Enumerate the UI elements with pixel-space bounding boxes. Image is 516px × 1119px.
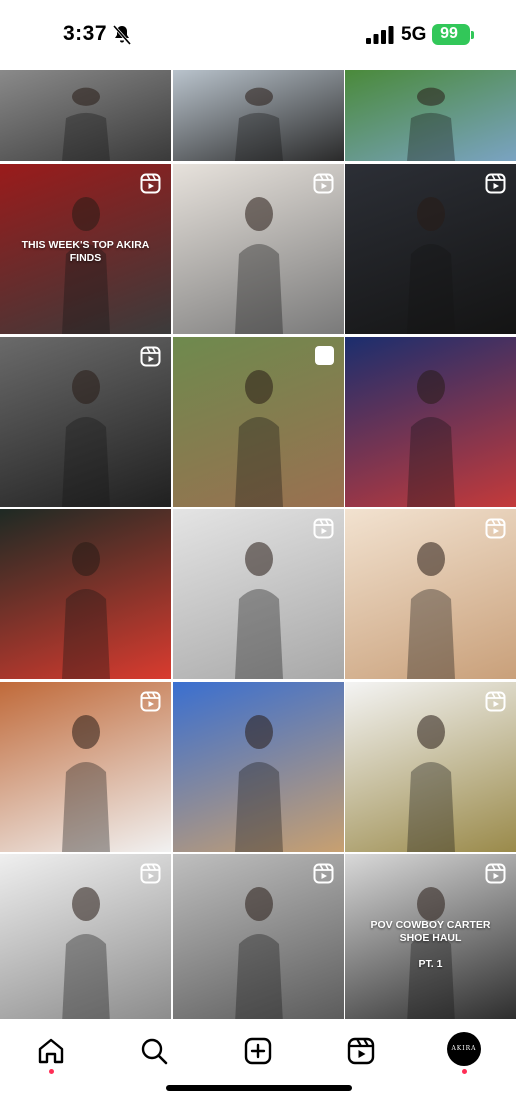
- post-tile[interactable]: [173, 164, 344, 334]
- reel-icon: [485, 518, 506, 539]
- post-image: [62, 542, 110, 679]
- battery-icon: 99: [432, 24, 470, 45]
- home-icon: [38, 1038, 64, 1064]
- reel-icon: [485, 691, 506, 712]
- post-tile[interactable]: THIS WEEK'S TOP AKIRA FINDS: [0, 164, 171, 334]
- post-tile[interactable]: [345, 164, 516, 334]
- search-icon: [141, 1038, 168, 1065]
- post-image: [407, 87, 455, 161]
- home-notification-dot: [49, 1069, 54, 1074]
- reel-icon: [140, 346, 161, 367]
- battery-cap: [471, 31, 474, 39]
- post-tile[interactable]: [0, 337, 171, 507]
- reel-icon: [140, 691, 161, 712]
- multi-photo-icon: [315, 346, 334, 365]
- post-image: [407, 370, 455, 507]
- battery-level: 99: [440, 25, 458, 42]
- post-tile[interactable]: [173, 682, 344, 852]
- reel-icon: [140, 863, 161, 884]
- tab-reels[interactable]: [341, 1031, 381, 1071]
- post-caption-overlay: THIS WEEK'S TOP AKIRA FINDS: [21, 239, 150, 264]
- post-tile[interactable]: [173, 337, 344, 507]
- post-caption-overlay: POV COWBOY CARTER SHOE HAUL PT. 1: [370, 919, 491, 970]
- profile-post-grid: THIS WEEK'S TOP AKIRA FINDS POV COWBOY CA…: [0, 70, 516, 1019]
- reel-icon: [313, 863, 334, 884]
- bottom-tab-bar: AKIRA: [0, 1019, 516, 1119]
- create-post-icon: [244, 1037, 272, 1065]
- post-image: [62, 87, 110, 161]
- reel-icon: [140, 173, 161, 194]
- post-tile[interactable]: [173, 854, 344, 1019]
- tab-home[interactable]: [31, 1031, 71, 1071]
- reel-icon: [313, 518, 334, 539]
- reel-icon: [485, 863, 506, 884]
- post-tile[interactable]: [0, 854, 171, 1019]
- tab-create[interactable]: [238, 1031, 278, 1071]
- status-time: 3:37: [63, 22, 108, 45]
- post-tile[interactable]: [345, 509, 516, 679]
- post-tile[interactable]: [345, 682, 516, 852]
- post-tile[interactable]: [173, 70, 344, 161]
- tab-search[interactable]: [134, 1031, 174, 1071]
- reel-icon: [313, 173, 334, 194]
- tab-profile-avatar[interactable]: AKIRA: [447, 1032, 481, 1066]
- bell-slash-icon: [113, 25, 131, 45]
- profile-notification-dot: [462, 1069, 467, 1074]
- post-tile[interactable]: [345, 70, 516, 161]
- post-tile[interactable]: [0, 682, 171, 852]
- post-tile[interactable]: [173, 509, 344, 679]
- post-image: [235, 715, 283, 852]
- post-image: [235, 87, 283, 161]
- post-tile[interactable]: POV COWBOY CARTER SHOE HAUL PT. 1: [345, 854, 516, 1019]
- reel-icon: [485, 173, 506, 194]
- post-tile[interactable]: [0, 509, 171, 679]
- status-bar: 3:37 5G 99: [0, 0, 516, 70]
- post-tile[interactable]: [345, 337, 516, 507]
- home-indicator: [166, 1085, 352, 1091]
- reels-icon: [347, 1037, 375, 1065]
- cellular-signal-icon: [366, 26, 394, 44]
- post-tile[interactable]: [0, 70, 171, 161]
- network-type: 5G: [401, 24, 427, 45]
